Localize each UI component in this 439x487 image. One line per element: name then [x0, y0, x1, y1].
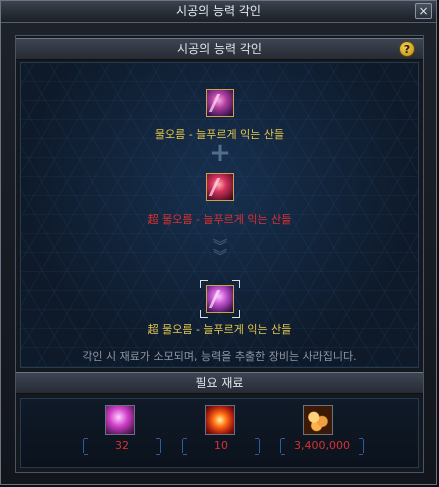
catalyst-item-name: 超 물오름 - 늘푸르게 익는 산들: [147, 213, 292, 226]
engrave-window: 시공의 능력 각인 × 시공의 능력 각인 ? 물오름 - 늘푸르게 익는 산들…: [0, 0, 437, 485]
chevron-down-icon: ︾ ︾: [213, 239, 227, 265]
help-icon: ?: [403, 43, 411, 56]
orb-icon: [105, 405, 135, 435]
engrave-area: 물오름 - 늘푸르게 익는 산들 + 超 물오름 - 늘푸르게 익는 산들 ︾ ︾…: [20, 62, 419, 368]
source-item-icon: [208, 94, 235, 112]
result-item-icon: [208, 290, 235, 308]
result-item-slot[interactable]: [206, 285, 235, 313]
burst-icon: [205, 405, 235, 435]
materials-title: 필요 재료: [195, 376, 244, 390]
catalyst-item-icon: [208, 178, 235, 196]
close-icon: ×: [418, 4, 429, 18]
engrave-header: 시공의 능력 각인 ?: [16, 38, 423, 60]
engrave-header-title: 시공의 능력 각인: [177, 42, 262, 56]
materials-header: 필요 재료: [16, 372, 423, 394]
window-titlebar[interactable]: 시공의 능력 각인 ×: [1, 1, 436, 23]
close-button[interactable]: ×: [415, 3, 432, 19]
engrave-panel: 시공의 능력 각인 ? 물오름 - 늘푸르게 익는 산들 + 超 물오름 - 늘…: [15, 35, 424, 473]
window-title: 시공의 능력 각인: [176, 4, 261, 18]
engrave-note: 각인 시 재료가 소모되며, 능력을 추출한 장비는 사라집니다.: [82, 350, 357, 363]
material-count: 3,400,000: [280, 438, 364, 455]
help-button[interactable]: ?: [399, 41, 415, 57]
source-item-slot[interactable]: [206, 89, 235, 117]
gold-coins-icon: [303, 405, 333, 435]
plus-icon: +: [209, 138, 231, 168]
catalyst-item-slot[interactable]: [206, 173, 235, 201]
material-count: 32: [83, 438, 161, 455]
materials-panel: 32 10 3,400,000: [20, 398, 419, 468]
material-count: 10: [182, 438, 260, 455]
result-item-name: 超 물오름 - 늘푸르게 익는 산들: [147, 323, 292, 336]
